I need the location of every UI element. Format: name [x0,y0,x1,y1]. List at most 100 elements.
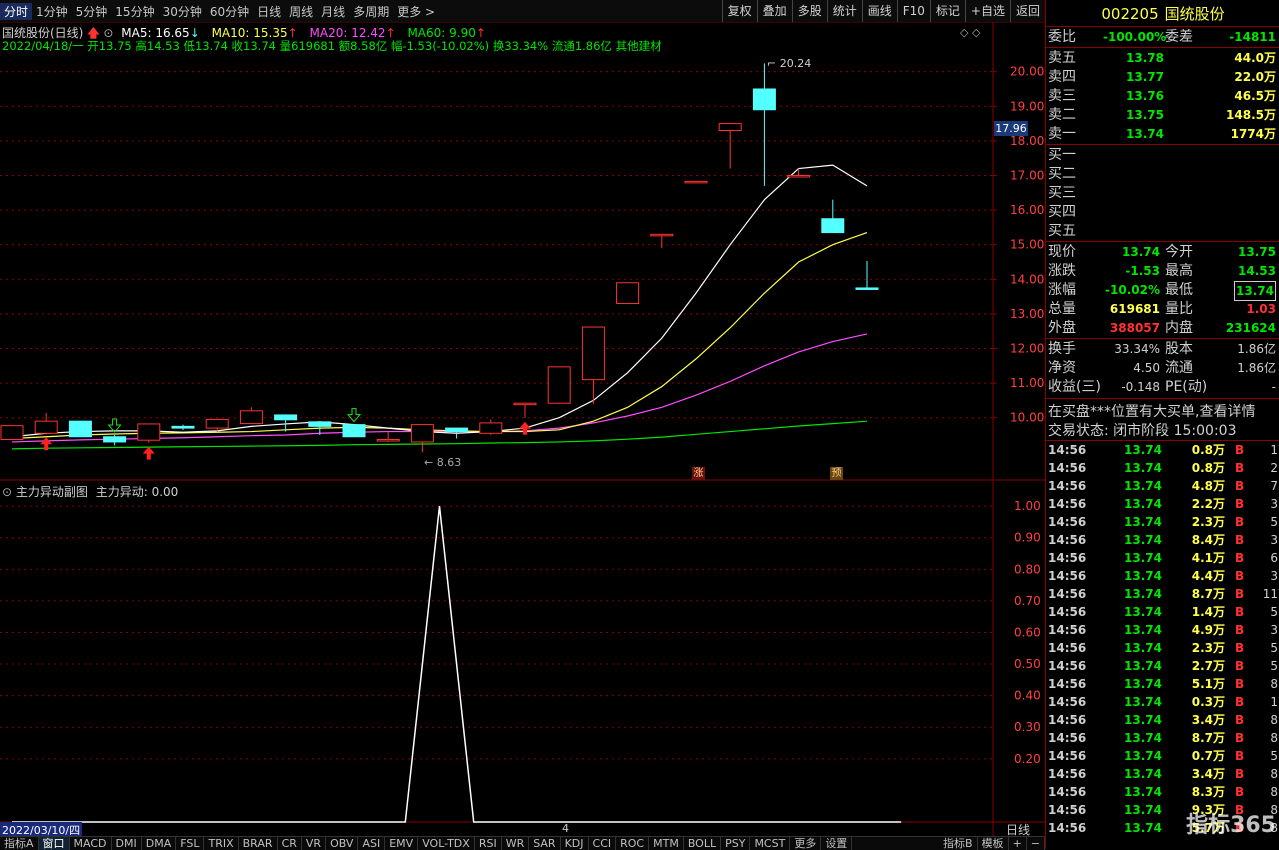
indicator-tab-21[interactable]: BOLL [684,837,722,850]
ask-row[interactable]: 卖四 13.77 22.0万 [1048,68,1279,86]
candle-2[interactable] [68,420,92,438]
toolbar-button-4[interactable]: 画线 [861,0,897,22]
candle-12[interactable] [410,424,434,453]
period-tab-5[interactable]: 60分钟 [206,3,253,20]
indicator-tab-0[interactable]: 指标A [0,837,39,850]
bid-row[interactable]: 买四 [1048,203,1279,221]
indicator-tab-2[interactable]: MACD [70,837,112,850]
period-tab-6[interactable]: 日线 [253,3,285,20]
indicator-tab-23[interactable]: MCST [750,837,791,850]
y-tick-label: 15.00 [1010,238,1044,252]
period-toolbar: 分时 1分钟 5分钟 15分钟 30分钟 60分钟 日线 周线 月线 多周期 更多 > 复权 叠加 多股… [0,0,1045,23]
tick-row: 14:56 13.74 4.1万 B 6 [1048,549,1279,567]
indicator-tab-18[interactable]: CCI [589,837,617,850]
bid-label: 买五 [1048,223,1076,239]
period-tab-3[interactable]: 15分钟 [111,3,158,20]
candle-25[interactable] [855,260,879,290]
chart-area[interactable]: 10.00 11.00 12.00 13.00 14.00 15.00 16.00 17.00… [0,22,1045,837]
indicator-tab-7[interactable]: BRAR [239,837,278,850]
candle-15[interactable] [513,402,537,418]
period-tab-9[interactable]: 多周期 [349,3,393,20]
big-order-notice[interactable]: 在买盘***位置有大买单,查看详情 [1048,401,1279,419]
candle-1[interactable] [34,412,58,434]
ask-row[interactable]: 卖二 13.75 148.5万 [1048,106,1279,124]
fund-value: 1.86亿 [1237,361,1276,375]
toolbar-button-6[interactable]: 标记 [929,0,965,22]
high-price-label: ⌐ 20.24 [767,57,812,70]
indicator-tab-20[interactable]: MTM [649,837,684,850]
indicator-tab-25[interactable]: 设置 [821,837,853,850]
bid-row[interactable]: 买二 [1048,165,1279,183]
ask-row[interactable]: 卖五 13.78 44.0万 [1048,49,1279,67]
tick-row: 14:56 13.74 8.3万 B 8 [1048,783,1279,801]
indicator-tab-13[interactable]: VOL-TDX [418,837,475,850]
tick-price: 13.74 [1124,515,1162,529]
tab-right-1[interactable]: 模板 [978,837,1009,850]
indicator-tab-10[interactable]: OBV [326,837,359,850]
period-tab-4[interactable]: 30分钟 [159,3,206,20]
period-tab-8[interactable]: 月线 [317,3,349,20]
toolbar-button-1[interactable]: 叠加 [756,0,792,22]
candle-4[interactable] [137,423,161,443]
period-tab-7[interactable]: 周线 [285,3,317,20]
candle-5[interactable] [171,424,195,430]
candle-22[interactable] [752,63,776,186]
indicator-tab-22[interactable]: PSY [721,837,751,850]
candle-24[interactable] [821,199,845,234]
tab-right-0[interactable]: 指标B [939,837,978,850]
indicator-tab-12[interactable]: EMV [385,837,419,850]
indicator-tab-1[interactable]: 窗口 [38,837,70,850]
candle-3[interactable] [103,435,127,446]
indicator-tab-4[interactable]: DMA [142,837,177,850]
toolbar-button-5[interactable]: F10 [896,0,930,22]
candle-14[interactable] [479,419,503,436]
indicator-tab-6[interactable]: TRIX [204,837,239,850]
indicator-tab-3[interactable]: DMI [112,837,142,850]
candle-11[interactable] [376,431,400,442]
toolbar-button-2[interactable]: 多股 [791,0,827,22]
period-tab-2[interactable]: 5分钟 [72,3,112,20]
toolbar-button-3[interactable]: 统计 [826,0,862,22]
bid-row[interactable]: 买一 [1048,146,1279,164]
candle-0[interactable] [0,425,24,441]
candle-7[interactable] [239,407,263,425]
indicator-tab-5[interactable]: FSL [176,837,205,850]
current-price-tag: 17.96 [994,121,1028,136]
candle-10[interactable] [342,424,366,438]
tick-time: 14:56 [1048,641,1087,655]
candle-21[interactable] [718,123,742,169]
period-tab-1[interactable]: 1分钟 [32,3,72,20]
candle-18[interactable] [616,282,640,305]
indicator-tab-14[interactable]: RSI [475,837,502,850]
indicator-tab-16[interactable]: SAR [529,837,561,850]
indicator-tab-24[interactable]: 更多 [790,837,822,850]
zhang-badge[interactable]: 涨 [692,467,705,480]
candle-body [513,402,537,406]
bid-row[interactable]: 买三 [1048,184,1279,202]
indicator-tab-11[interactable]: ASI [358,837,386,850]
toolbar-button-8[interactable]: 返回 [1009,0,1045,22]
bid-row[interactable]: 买五 [1048,222,1279,240]
indicator-tab-17[interactable]: KDJ [561,837,589,850]
candle-23[interactable] [787,168,811,178]
tab-right-3[interactable]: − [1027,837,1045,850]
period-tab-10[interactable]: 更多 > [393,3,439,20]
toolbar-button-0[interactable]: 复权 [721,0,757,22]
toolbar-button-7[interactable]: +自选 [964,0,1010,22]
fund-value: 1.86亿 [1237,342,1276,356]
candle-19[interactable] [650,233,674,249]
ma5-line [11,164,868,438]
ask-row[interactable]: 卖三 13.76 46.5万 [1048,87,1279,105]
yu-badge[interactable]: 预 [830,467,843,480]
tab-right-2[interactable]: + [1009,837,1027,850]
candle-17[interactable] [581,326,605,404]
indicator-tab-19[interactable]: ROC [616,837,650,850]
ask-row[interactable]: 卖一 13.74 1774万 [1048,125,1279,143]
indicator-tab-9[interactable]: VR [302,837,327,850]
indicator-tab-15[interactable]: WR [502,837,530,850]
candle-16[interactable] [547,366,571,404]
candle-20[interactable] [684,180,708,184]
sub-settings-icon[interactable]: ⊙ [2,485,12,499]
period-tab-0[interactable]: 分时 [0,2,33,20]
indicator-tab-8[interactable]: CR [278,837,302,850]
